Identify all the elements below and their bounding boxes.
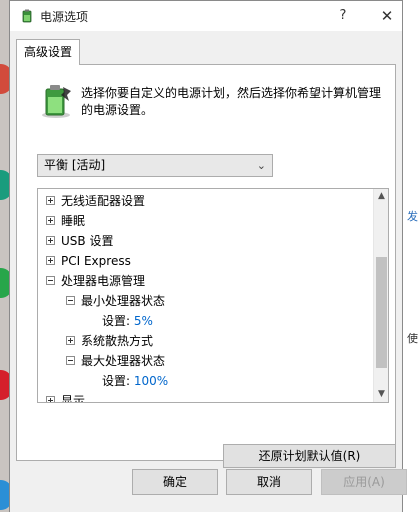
help-button[interactable]: ? <box>328 5 358 27</box>
tab-advanced-settings[interactable]: 高级设置 <box>16 39 80 65</box>
tree-item-max-setting[interactable]: 设置: 100% <box>102 371 168 391</box>
tree-item-label: USB 设置 <box>61 234 114 248</box>
power-options-dialog: 电源选项 ? ✕ 高级设置 选择你要自定义的电源计划，然后选择你希望计算机管理的… <box>9 0 407 512</box>
expand-icon[interactable] <box>46 196 55 205</box>
ok-button[interactable]: 确定 <box>132 469 218 495</box>
collapse-icon[interactable] <box>66 296 75 305</box>
setting-label: 设置: <box>102 314 131 328</box>
intro-text: 选择你要自定义的电源计划，然后选择你希望计算机管理的电源设置。 <box>81 86 382 117</box>
settings-tree[interactable]: 无线适配器设置 睡眠 USB 设置 PCI Express 处理器电源管理 最小… <box>37 188 389 403</box>
expand-icon[interactable] <box>66 336 75 345</box>
expand-icon[interactable] <box>46 216 55 225</box>
power-plan-select[interactable]: 平衡 [活动] ⌄ <box>37 154 273 177</box>
setting-label: 设置: <box>102 374 131 388</box>
setting-value[interactable]: 100% <box>134 374 168 388</box>
tree-item-label: 系统散热方式 <box>81 334 154 348</box>
tree-item-label: 无线适配器设置 <box>61 194 146 208</box>
chevron-down-icon: ⌄ <box>256 159 266 172</box>
expand-icon[interactable] <box>46 396 55 402</box>
tree-item-label: 最小处理器状态 <box>81 294 166 308</box>
background-text: 使 <box>407 332 418 345</box>
tree-item-min-processor-state[interactable]: 最小处理器状态 <box>66 291 165 311</box>
background-text: 发 <box>407 210 418 223</box>
tree-item-label: 显示 <box>61 394 86 403</box>
tree-item-max-processor-state[interactable]: 最大处理器状态 <box>66 351 165 371</box>
cancel-button[interactable]: 取消 <box>226 469 312 495</box>
title-bar[interactable]: 电源选项 ? ✕ <box>10 1 402 31</box>
expand-icon[interactable] <box>46 256 55 265</box>
tree-item-display[interactable]: 显示 <box>46 391 86 403</box>
screen: 发 使 电源选项 ? ✕ 高级设置 选择你要自定义的电源计划，然后选择你希望计算… <box>0 0 420 512</box>
close-button[interactable]: ✕ <box>372 5 402 27</box>
power-plan-value: 平衡 [活动] <box>44 158 106 172</box>
apply-button[interactable]: 应用(A) <box>321 469 407 495</box>
tree-item-label: 处理器电源管理 <box>61 274 146 288</box>
tree-item-label: 最大处理器状态 <box>81 354 166 368</box>
power-options-icon <box>22 9 32 23</box>
tree-item-wireless-adapter[interactable]: 无线适配器设置 <box>46 191 145 211</box>
tree-item-sleep[interactable]: 睡眠 <box>46 211 85 231</box>
dialog-content: 高级设置 选择你要自定义的电源计划，然后选择你希望计算机管理的电源设置。 平衡 … <box>10 31 407 512</box>
background-window-edge: 发 使 <box>402 0 420 512</box>
collapse-icon[interactable] <box>46 276 55 285</box>
tree-item-processor-power[interactable]: 处理器电源管理 <box>46 271 145 291</box>
collapse-icon[interactable] <box>66 356 75 365</box>
tab-panel: 选择你要自定义的电源计划，然后选择你希望计算机管理的电源设置。 平衡 [活动] … <box>16 64 396 468</box>
expand-icon[interactable] <box>46 236 55 245</box>
restore-defaults-button[interactable]: 还原计划默认值(R) <box>223 444 396 468</box>
tree-item-label: PCI Express <box>61 254 131 268</box>
scroll-up-icon[interactable]: ▲ <box>374 189 388 204</box>
help-icon: ? <box>339 8 347 23</box>
tree-item-cooling-policy[interactable]: 系统散热方式 <box>66 331 153 351</box>
scrollbar-thumb[interactable] <box>376 257 387 368</box>
tree-item-label: 睡眠 <box>61 214 86 228</box>
window-title: 电源选项 <box>40 10 89 24</box>
close-icon: ✕ <box>380 7 394 25</box>
setting-value[interactable]: 5% <box>134 314 153 328</box>
tree-item-usb-settings[interactable]: USB 设置 <box>46 231 113 251</box>
battery-power-plan-icon <box>42 85 71 118</box>
tree-item-pci-express[interactable]: PCI Express <box>46 251 131 271</box>
scroll-down-icon[interactable]: ▼ <box>374 387 388 402</box>
tree-item-min-setting[interactable]: 设置: 5% <box>102 311 153 331</box>
tree-scrollbar[interactable]: ▲ ▼ <box>373 189 388 402</box>
